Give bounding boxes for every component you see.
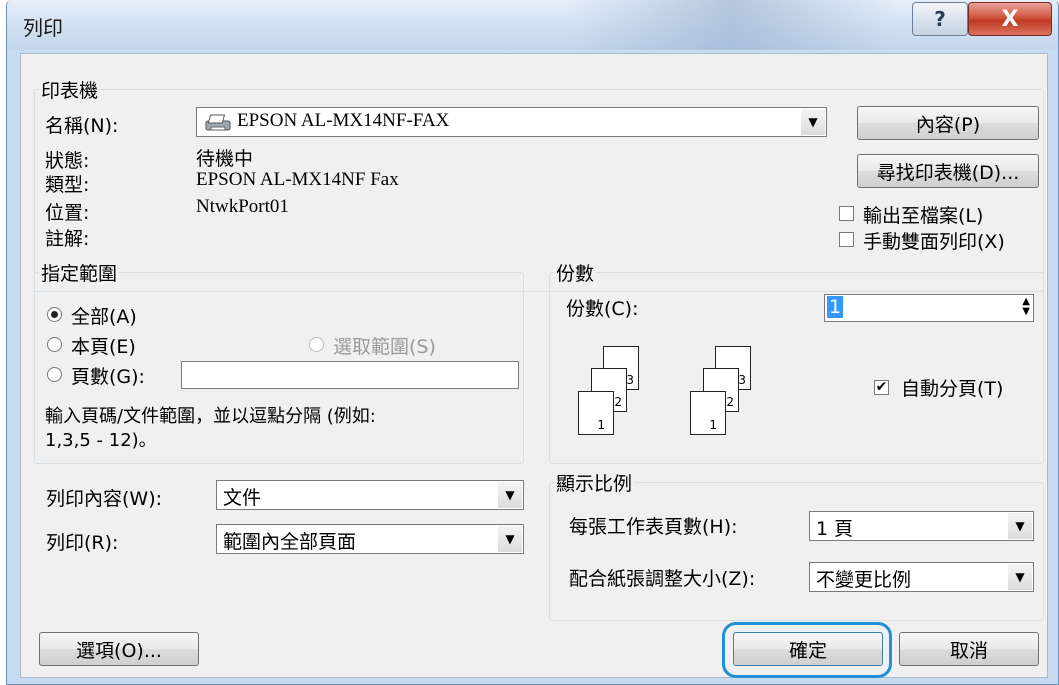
printer-name-value: EPSON AL-MX14NF-FAX bbox=[237, 110, 450, 131]
print-to-file-checkbox[interactable] bbox=[839, 206, 854, 221]
print-dialog: 列印 ? X 印表機 名稱(N): EPSON AL-MX14NF-FAX ▼ … bbox=[6, 0, 1059, 685]
pages-per-sheet-select[interactable]: 1 頁 ▼ bbox=[809, 511, 1034, 541]
status-label: 狀態: bbox=[45, 150, 90, 172]
comment-label: 註解: bbox=[45, 228, 90, 250]
range-hint-line2: 1,3,5 - 12)。 bbox=[45, 430, 157, 451]
chevron-down-icon[interactable]: ▼ bbox=[498, 482, 522, 508]
printer-name-select[interactable]: EPSON AL-MX14NF-FAX ▼ bbox=[196, 107, 827, 137]
close-icon: X bbox=[1001, 6, 1019, 32]
chevron-down-icon[interactable]: ▼ bbox=[498, 526, 522, 552]
zoom-group-label: 顯示比例 bbox=[556, 473, 633, 495]
copies-group-label: 份數 bbox=[556, 263, 595, 285]
scale-select[interactable]: 不變更比例 ▼ bbox=[809, 562, 1034, 592]
page-icon: 1 bbox=[578, 391, 614, 435]
type-label: 類型: bbox=[45, 174, 90, 196]
window-title: 列印 bbox=[23, 16, 63, 40]
manual-duplex-label[interactable]: 手動雙面列印(X) bbox=[863, 227, 1005, 254]
chevron-down-icon[interactable]: ▼ bbox=[801, 109, 825, 135]
print-select[interactable]: 範圍內全部頁面 ▼ bbox=[216, 524, 524, 554]
range-current-page-label[interactable]: 本頁(E) bbox=[71, 332, 136, 359]
printer-icon bbox=[205, 114, 231, 131]
print-value: 範圍內全部頁面 bbox=[223, 531, 357, 553]
spinner-arrows-icon[interactable]: ▲ ▼ bbox=[1022, 297, 1030, 317]
close-button[interactable]: X bbox=[968, 2, 1052, 36]
printer-group-label: 印表機 bbox=[41, 80, 99, 102]
range-all-label[interactable]: 全部(A) bbox=[71, 302, 137, 329]
pages-per-sheet-value: 1 頁 bbox=[816, 518, 854, 540]
manual-duplex-checkbox[interactable] bbox=[839, 232, 854, 247]
checkmark-icon: ✔ bbox=[875, 379, 888, 395]
range-pages-input[interactable] bbox=[181, 361, 519, 389]
scale-value: 不變更比例 bbox=[816, 569, 912, 591]
range-hint: 輸入頁碼/文件範圍，並以逗點分隔 (例如: bbox=[45, 406, 376, 427]
collate-checkbox[interactable]: ✔ bbox=[874, 380, 889, 395]
copies-count-value[interactable]: 1 bbox=[827, 296, 844, 318]
range-selection-label: 選取範圍(S) bbox=[333, 336, 436, 358]
ok-button[interactable]: 確定 bbox=[733, 632, 883, 666]
scale-label: 配合紙張調整大小(Z): bbox=[569, 568, 756, 590]
print-what-value: 文件 bbox=[223, 487, 262, 509]
copies-count-spinner[interactable]: 1 ▲ ▼ bbox=[824, 294, 1034, 322]
print-what-select[interactable]: 文件 ▼ bbox=[216, 480, 524, 510]
zoom-group: 顯示比例 bbox=[549, 469, 1044, 621]
title-bar-glass bbox=[567, 0, 897, 50]
cancel-button[interactable]: 取消 bbox=[899, 632, 1039, 666]
range-pages-radio[interactable] bbox=[47, 367, 62, 382]
print-what-label: 列印內容(W): bbox=[46, 488, 163, 510]
page-icon: 1 bbox=[690, 391, 726, 435]
help-button[interactable]: ? bbox=[912, 2, 968, 36]
print-label: 列印(R): bbox=[46, 532, 119, 554]
options-button[interactable]: 選項(O)... bbox=[39, 632, 199, 666]
type-value: EPSON AL-MX14NF Fax bbox=[196, 169, 399, 190]
pages-per-sheet-label: 每張工作表頁數(H): bbox=[569, 516, 738, 538]
range-pages-label[interactable]: 頁數(G): bbox=[71, 362, 145, 389]
printer-name-label: 名稱(N): bbox=[45, 115, 119, 137]
location-value: NtwkPort01 bbox=[196, 196, 289, 217]
range-current-page-radio[interactable] bbox=[47, 337, 62, 352]
status-value: 待機中 bbox=[196, 148, 254, 170]
find-printer-button[interactable]: 尋找印表機(D)... bbox=[857, 154, 1039, 188]
chevron-down-icon[interactable]: ▼ bbox=[1008, 564, 1032, 590]
properties-button[interactable]: 內容(P) bbox=[857, 106, 1039, 140]
help-icon: ? bbox=[934, 7, 946, 31]
range-all-radio[interactable] bbox=[47, 307, 62, 322]
title-bar[interactable]: 列印 ? X bbox=[7, 0, 1058, 50]
range-group-label: 指定範圍 bbox=[41, 263, 118, 285]
print-to-file-label[interactable]: 輸出至檔案(L) bbox=[863, 201, 983, 228]
collate-label[interactable]: 自動分頁(T) bbox=[901, 374, 1003, 401]
dialog-body: 印表機 名稱(N): EPSON AL-MX14NF-FAX ▼ 狀態: 待機中… bbox=[20, 53, 1048, 678]
location-label: 位置: bbox=[45, 202, 90, 224]
copies-count-label: 份數(C): bbox=[566, 298, 639, 320]
chevron-down-icon[interactable]: ▼ bbox=[1008, 513, 1032, 539]
range-selection-radio bbox=[309, 337, 324, 352]
